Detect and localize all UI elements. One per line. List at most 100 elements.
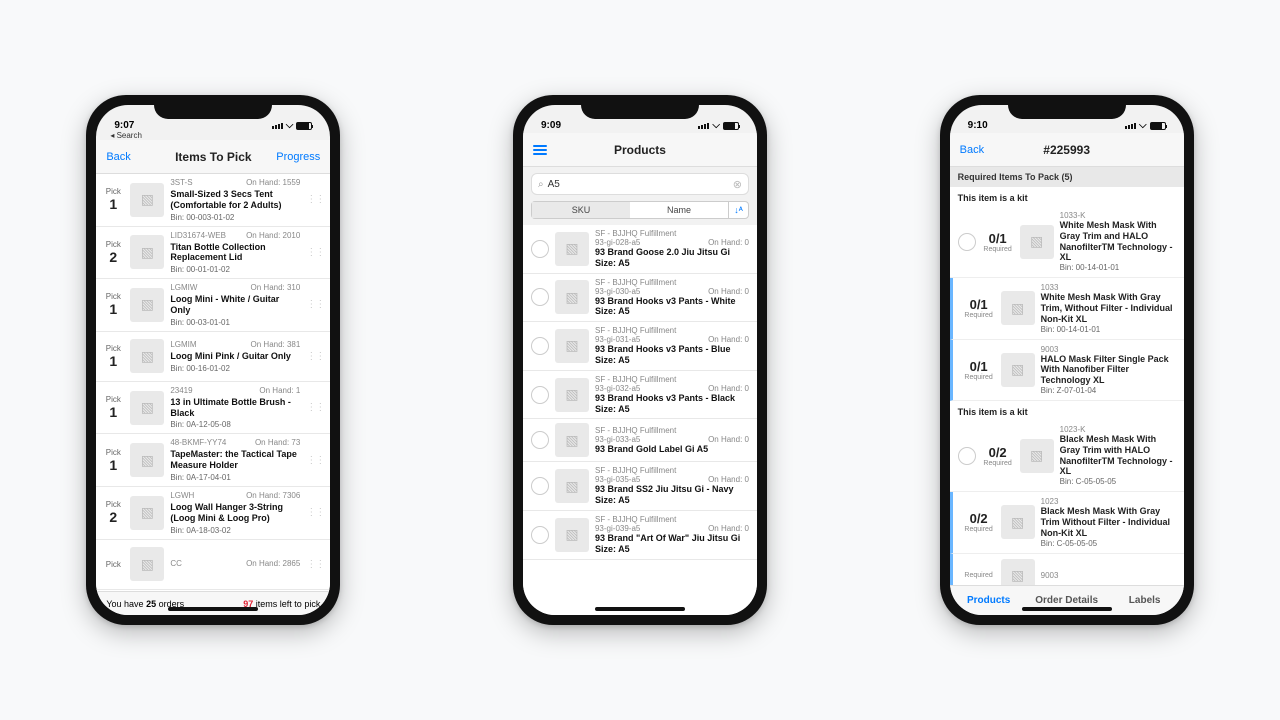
product-row[interactable]: ▧SF - BJJHQ Fulfillment93-gi-028-a5On Ha… (523, 225, 757, 274)
drag-icon[interactable]: ⋮⋮ (306, 507, 324, 518)
drag-icon[interactable]: ⋮⋮ (306, 194, 324, 205)
home-indicator[interactable] (1022, 607, 1112, 611)
tab-labels[interactable]: Labels (1106, 586, 1184, 615)
onhand-label: On Hand: 0 (708, 287, 749, 296)
pack-row[interactable]: 0/2Required▧1023-KBlack Mesh Mask With G… (950, 420, 1184, 492)
bin-label: Bin: 00-01-01-02 (170, 265, 300, 274)
required-section-header: Required Items To Pack (5) (950, 167, 1184, 187)
onhand-label: On Hand: 2865 (246, 559, 300, 568)
select-circle[interactable] (531, 477, 549, 495)
bin-label: Bin: Z-07-01-04 (1041, 386, 1176, 395)
pick-row[interactable]: Pick2▧LID31674-WEBOn Hand: 2010Titan Bot… (96, 227, 330, 280)
sku-label: 1033 (1041, 283, 1176, 292)
product-thumb: ▧ (555, 280, 589, 314)
product-row[interactable]: ▧SF - BJJHQ Fulfillment93-gi-032-a5On Ha… (523, 371, 757, 420)
seg-sku[interactable]: SKU (532, 202, 630, 218)
tab-products[interactable]: Products (950, 586, 1028, 615)
drag-icon[interactable]: ⋮⋮ (306, 247, 324, 258)
select-circle[interactable] (531, 337, 549, 355)
onhand-label: On Hand: 1559 (246, 178, 300, 187)
pick-row[interactable]: Pick1▧48-BKMF-YY74On Hand: 73TapeMaster:… (96, 434, 330, 487)
product-row[interactable]: ▧SF - BJJHQ Fulfillment93-gi-033-a5On Ha… (523, 419, 757, 462)
pick-count: Pick1 (102, 344, 124, 369)
select-circle[interactable] (531, 288, 549, 306)
product-name: Loog Mini - White / Guitar Only (170, 294, 300, 316)
drag-icon[interactable]: ⋮⋮ (306, 455, 324, 466)
bin-label: Bin: C-05-05-05 (1041, 539, 1176, 548)
pick-count: Pick2 (102, 240, 124, 265)
wifi-icon: ⌵ (712, 120, 720, 131)
pick-row[interactable]: Pick1▧LGMIMOn Hand: 381Loog Mini Pink / … (96, 332, 330, 382)
onhand-label: On Hand: 310 (251, 283, 301, 292)
product-thumb: ▧ (555, 329, 589, 363)
product-thumb: ▧ (1020, 439, 1054, 473)
back-to-search[interactable]: ◂ Search (96, 131, 330, 140)
product-list[interactable]: ▧SF - BJJHQ Fulfillment93-gi-028-a5On Ha… (523, 225, 757, 615)
home-indicator[interactable] (595, 607, 685, 611)
bin-label: Bin: 00-14-01-01 (1060, 263, 1176, 272)
select-circle[interactable] (531, 386, 549, 404)
back-button[interactable]: Back (106, 151, 156, 163)
pick-row[interactable]: Pick1▧LGMIWOn Hand: 310Loog Mini - White… (96, 279, 330, 332)
vendor-label: SF - BJJHQ Fulfillment (595, 426, 676, 435)
sku-label: 1033-K (1060, 211, 1176, 220)
onhand-label: On Hand: 73 (255, 438, 300, 447)
onhand-label: On Hand: 381 (251, 340, 301, 349)
status-time: 9:10 (968, 120, 988, 131)
pack-content[interactable]: Required Items To Pack (5) This item is … (950, 167, 1184, 585)
sku-label: 93-gi-030-a5 (595, 287, 640, 296)
clear-search-icon[interactable]: ⊗ (733, 178, 742, 191)
select-circle[interactable] (958, 233, 976, 251)
vendor-label: SF - BJJHQ Fulfillment (595, 466, 676, 475)
pick-row[interactable]: Pick▧CCOn Hand: 2865⋮⋮ (96, 540, 330, 590)
pack-row[interactable]: 0/1Required▧1033White Mesh Mask With Gra… (950, 278, 1184, 339)
select-circle[interactable] (531, 240, 549, 258)
product-thumb: ▧ (1001, 291, 1035, 325)
product-thumb: ▧ (1020, 225, 1054, 259)
menu-icon[interactable] (533, 145, 583, 155)
sku-label: LGWH (170, 491, 194, 500)
pick-list[interactable]: Pick1▧3ST-SOn Hand: 1559Small-Sized 3 Se… (96, 174, 330, 591)
pack-row[interactable]: 0/1Required▧9003HALO Mask Filter Single … (950, 340, 1184, 401)
product-name: HALO Mask Filter Single Pack With Nanofi… (1041, 354, 1176, 386)
progress-button[interactable]: Progress (270, 151, 320, 163)
select-circle[interactable] (958, 447, 976, 465)
pack-row[interactable]: 0/2Required▧1023Black Mesh Mask With Gra… (950, 492, 1184, 553)
status-time: 9:07 (114, 120, 134, 131)
pick-row[interactable]: Pick1▧3ST-SOn Hand: 1559Small-Sized 3 Se… (96, 174, 330, 227)
drag-icon[interactable]: ⋮⋮ (306, 351, 324, 362)
product-thumb: ▧ (1001, 353, 1035, 387)
onhand-label: On Hand: 7306 (246, 491, 300, 500)
pack-row[interactable]: 0/1Required▧1033-KWhite Mesh Mask With G… (950, 206, 1184, 278)
back-button[interactable]: Back (960, 144, 1010, 156)
product-row[interactable]: ▧SF - BJJHQ Fulfillment93-gi-039-a5On Ha… (523, 511, 757, 560)
home-indicator[interactable] (168, 607, 258, 611)
product-row[interactable]: ▧SF - BJJHQ Fulfillment93-gi-035-a5On Ha… (523, 462, 757, 511)
drag-icon[interactable]: ⋮⋮ (306, 299, 324, 310)
pick-row[interactable]: Pick2▧LGWHOn Hand: 7306Loog Wall Hanger … (96, 487, 330, 540)
sort-icon[interactable]: ↓ᴬ (728, 202, 748, 218)
pick-row[interactable]: Pick1▧23419On Hand: 113 in Ultimate Bott… (96, 382, 330, 435)
sku-label: 1023 (1041, 497, 1176, 506)
wifi-icon: ⌵ (1139, 120, 1147, 131)
select-circle[interactable] (531, 431, 549, 449)
pack-row[interactable]: Required▧9003 (950, 554, 1184, 585)
seg-name[interactable]: Name (630, 202, 728, 218)
battery-icon (723, 122, 739, 130)
select-circle[interactable] (531, 526, 549, 544)
product-row[interactable]: ▧SF - BJJHQ Fulfillment93-gi-031-a5On Ha… (523, 322, 757, 371)
sku-label: LGMIM (170, 340, 196, 349)
bin-label: Bin: C-05-05-05 (1060, 477, 1176, 486)
vendor-label: SF - BJJHQ Fulfillment (595, 515, 676, 524)
vendor-label: SF - BJJHQ Fulfillment (595, 229, 676, 238)
product-name: Loog Mini Pink / Guitar Only (170, 351, 300, 362)
drag-icon[interactable]: ⋮⋮ (306, 402, 324, 413)
product-row[interactable]: ▧SF - BJJHQ Fulfillment93-gi-030-a5On Ha… (523, 274, 757, 323)
product-thumb: ▧ (555, 232, 589, 266)
drag-icon[interactable]: ⋮⋮ (306, 559, 324, 570)
bin-label: Bin: 0A-12-05-08 (170, 420, 300, 429)
notch (581, 95, 699, 119)
wifi-icon: ⌵ (286, 120, 294, 131)
search-input[interactable]: ⌕ A5 ⊗ (531, 173, 749, 195)
sku-label: 93-gi-032-a5 (595, 384, 640, 393)
